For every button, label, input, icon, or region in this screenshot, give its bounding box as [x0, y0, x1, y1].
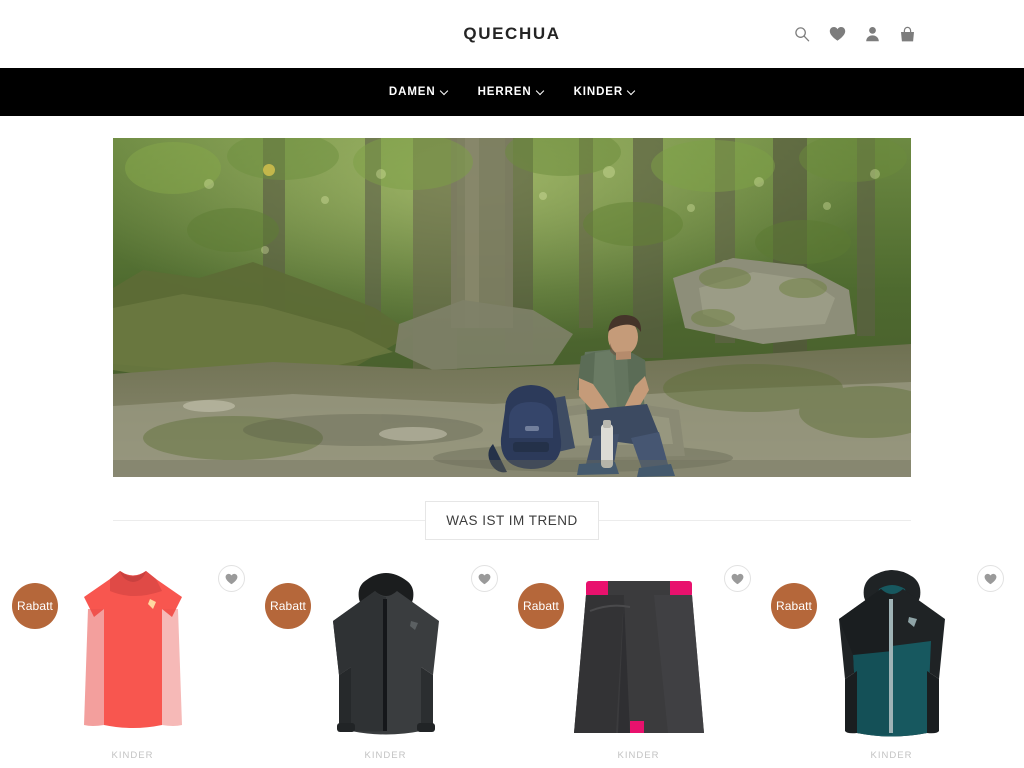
nav-item-label: HERREN	[477, 86, 532, 98]
hero-image	[113, 138, 911, 477]
product-card[interactable]: Rabatt KINDER	[765, 555, 1018, 763]
product-card[interactable]: Rabatt KINDER	[6, 555, 259, 763]
user-icon[interactable]	[863, 25, 881, 43]
chevron-down-icon	[537, 88, 544, 95]
discount-badge: Rabatt	[771, 583, 817, 629]
heart-icon	[731, 573, 744, 584]
hero-banner[interactable]	[113, 138, 911, 477]
main-navigation: DAMEN HERREN KINDER	[0, 68, 1024, 116]
nav-item-herren[interactable]: HERREN	[478, 86, 544, 98]
section-title: WAS IST IM TREND	[425, 500, 599, 540]
wishlist-button[interactable]	[471, 565, 498, 592]
heart-icon	[225, 573, 238, 584]
product-category: KINDER	[364, 750, 407, 761]
brand-logo[interactable]: QUECHUA	[463, 24, 560, 44]
product-category: KINDER	[617, 750, 660, 761]
product-grid: Rabatt KINDER Rabatt KINDER Rabatt KINDE…	[0, 555, 1024, 763]
section-header: WAS IST IM TREND	[0, 499, 1024, 541]
top-header: QUECHUA	[0, 0, 1024, 68]
nav-item-label: DAMEN	[388, 86, 436, 98]
discount-badge: Rabatt	[518, 583, 564, 629]
chevron-down-icon	[628, 88, 635, 95]
heart-icon[interactable]	[828, 25, 846, 43]
product-category: KINDER	[111, 750, 154, 761]
nav-item-kinder[interactable]: KINDER	[574, 86, 636, 98]
wishlist-button[interactable]	[977, 565, 1004, 592]
nav-item-label: KINDER	[573, 86, 624, 98]
wishlist-button[interactable]	[724, 565, 751, 592]
discount-badge: Rabatt	[12, 583, 58, 629]
wishlist-button[interactable]	[218, 565, 245, 592]
hero-section	[0, 116, 1024, 477]
product-card[interactable]: Rabatt KINDER	[512, 555, 765, 763]
heart-icon	[984, 573, 997, 584]
product-category: KINDER	[870, 750, 913, 761]
search-icon[interactable]	[793, 25, 811, 43]
header-icon-group	[793, 25, 916, 43]
bag-icon[interactable]	[898, 25, 916, 43]
chevron-down-icon	[441, 88, 448, 95]
nav-item-damen[interactable]: DAMEN	[389, 86, 448, 98]
discount-badge: Rabatt	[265, 583, 311, 629]
product-card[interactable]: Rabatt KINDER	[259, 555, 512, 763]
heart-icon	[478, 573, 491, 584]
